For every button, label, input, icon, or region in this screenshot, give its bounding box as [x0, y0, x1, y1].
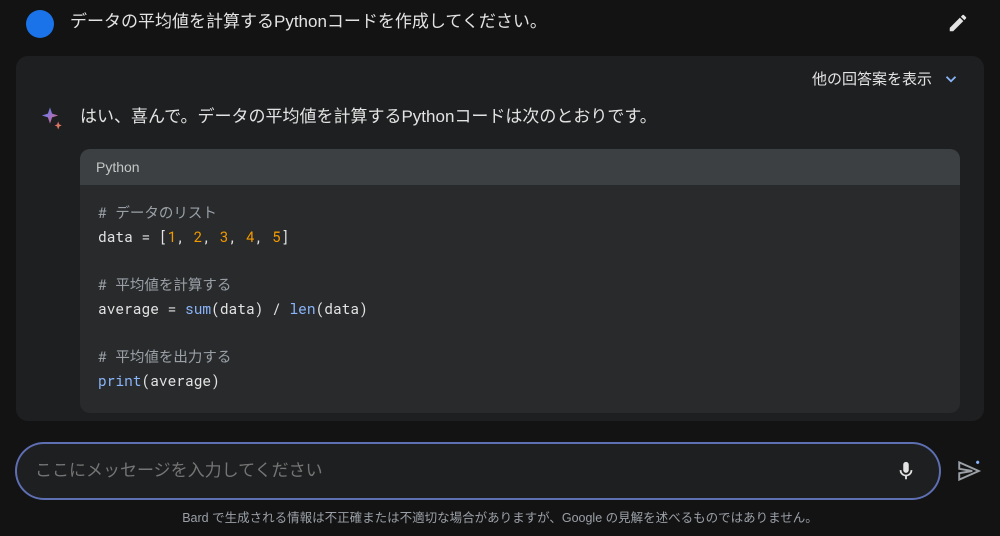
prompt-text: データの平均値を計算するPythonコードを作成してください。: [70, 8, 926, 36]
user-avatar: [26, 10, 54, 38]
code-block: Python # データのリスト data = [1, 2, 3, 4, 5] …: [80, 149, 960, 413]
code-language-label: Python: [80, 149, 960, 185]
response-intro-text: はい、喜んで。データの平均値を計算するPythonコードは次のとおりです。: [80, 103, 960, 131]
pencil-icon: [947, 12, 969, 34]
code-content[interactable]: # データのリスト data = [1, 2, 3, 4, 5] # 平均値を計…: [80, 185, 960, 413]
input-area: Bard で生成される情報は不正確または不適切な場合がありますが、Google …: [0, 433, 1000, 536]
edit-prompt-button[interactable]: [942, 8, 974, 40]
message-input-wrap[interactable]: [16, 443, 940, 499]
send-button[interactable]: [954, 456, 984, 486]
prompt-row: データの平均値を計算するPythonコードを作成してください。: [8, 0, 992, 56]
message-input[interactable]: [35, 461, 891, 481]
show-drafts-button[interactable]: 他の回答案を表示: [812, 68, 960, 89]
show-drafts-label: 他の回答案を表示: [812, 68, 932, 89]
disclaimer-text: Bard で生成される情報は不正確または不適切な場合がありますが、Google …: [16, 499, 984, 528]
microphone-button[interactable]: [891, 456, 921, 486]
response-card: 他の回答案を表示 はい、喜んで。データの平均: [16, 56, 984, 421]
microphone-icon: [895, 460, 917, 482]
chevron-down-icon: [942, 70, 960, 88]
sparkle-icon: [36, 105, 64, 133]
send-icon: [956, 458, 982, 484]
